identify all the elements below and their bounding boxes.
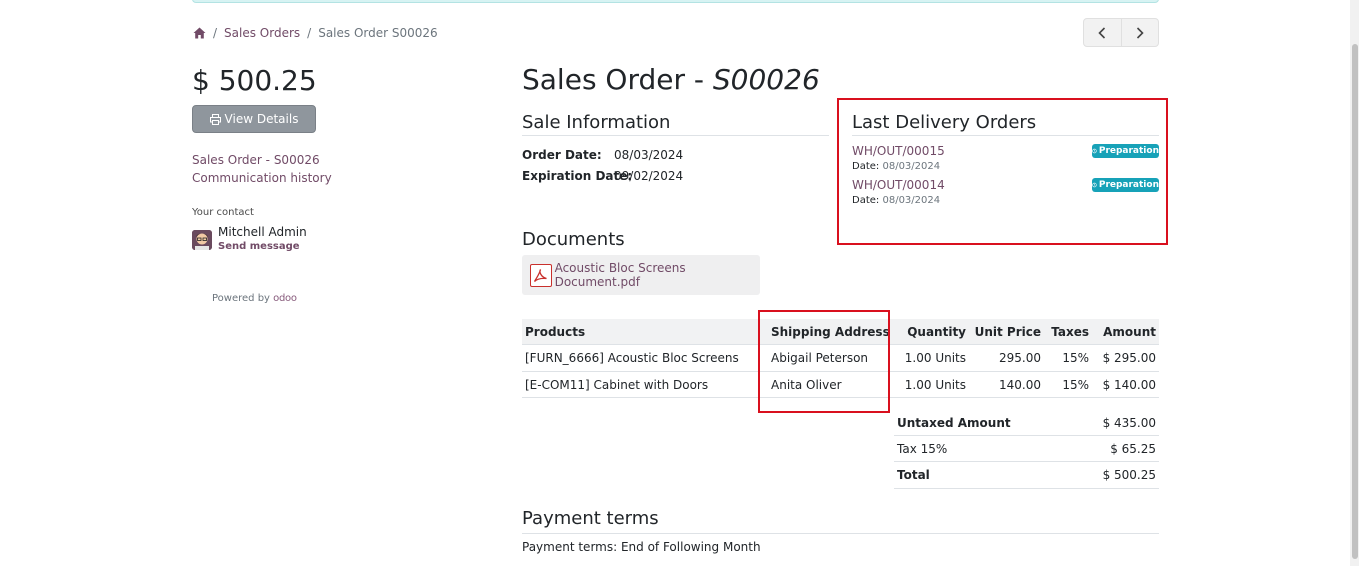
delivery-date-value: 08/03/2024 [882,195,941,206]
powered-by: Powered by odoo [212,293,297,304]
record-pager [1083,18,1159,47]
communication-history-link[interactable]: Communication history [192,171,332,185]
send-message-link[interactable]: Send message [218,241,300,252]
top-alert-banner [192,0,1159,3]
untaxed-amount-value: $ 435.00 [1102,416,1156,430]
cell-amount: $ 295.00 [1102,351,1156,365]
cell-quantity: 1.00 Units [904,378,966,392]
page-title-reference: S00026 [712,63,820,96]
scrollbar-thumb[interactable] [1352,44,1358,559]
totals-divider [894,435,1159,436]
clock-icon [1092,148,1097,154]
cell-taxes: 15% [1062,378,1089,392]
status-badge-label: Preparation [1098,180,1159,190]
untaxed-amount-label: Untaxed Amount [897,416,1011,430]
pager-next-button[interactable] [1120,19,1158,46]
order-total-amount: $ 500.25 [192,64,317,97]
column-quantity: Quantity [907,325,966,339]
home-icon[interactable] [193,27,206,39]
delivery-date-label: Date: [852,195,880,206]
column-products: Products [525,325,586,339]
last-delivery-orders-heading: Last Delivery Orders [852,112,1037,133]
payment-terms-heading: Payment terms [522,508,659,529]
printer-icon [209,113,221,125]
tax-label: Tax 15% [897,442,948,456]
cell-product: [E-COM11] Cabinet with Doors [525,378,709,392]
delivery-date: Date: 08/03/2024 [852,161,940,172]
breadcrumb: / Sales Orders / Sales Order S00026 [193,25,438,41]
payment-terms-text: Payment terms: End of Following Month [522,540,761,554]
order-date-value: 08/03/2024 [614,148,684,162]
column-taxes: Taxes [1051,325,1089,339]
section-divider [522,533,1159,534]
column-unit-price: Unit Price [974,325,1041,339]
breadcrumb-separator: / [307,26,312,40]
status-badge: Preparation [1092,178,1159,192]
page-title-prefix: Sales Order - [522,63,713,96]
breadcrumb-sales-orders-link[interactable]: Sales Orders [224,26,300,40]
chevron-left-icon [1098,26,1106,39]
view-details-label: View Details [224,112,299,126]
vertical-scrollbar[interactable] [1350,0,1359,566]
pdf-file-icon [530,263,552,287]
column-amount: Amount [1103,325,1156,339]
chevron-right-icon [1136,26,1144,39]
expiration-date-value: 09/02/2024 [614,169,684,183]
clock-icon [1092,182,1097,188]
status-badge: Preparation [1092,144,1159,158]
section-divider [522,135,829,136]
delivery-date-value: 08/03/2024 [882,161,941,172]
avatar [192,230,212,250]
sale-information-heading: Sale Information [522,112,671,133]
powered-by-label: Powered by [212,293,270,304]
section-divider [852,135,1159,136]
documents-heading: Documents [522,229,625,250]
breadcrumb-separator: / [213,26,218,40]
cell-unit-price: 140.00 [999,378,1041,392]
contact-name: Mitchell Admin [218,225,307,239]
pager-previous-button[interactable] [1084,19,1121,46]
status-badge-label: Preparation [1098,146,1159,156]
totals-divider [894,488,1159,489]
total-value: $ 500.25 [1102,468,1156,482]
delivery-order-link[interactable]: WH/OUT/00015 [852,144,945,158]
cell-unit-price: 295.00 [999,351,1041,365]
delivery-date: Date: 08/03/2024 [852,195,940,206]
document-name[interactable]: Acoustic Bloc Screens Document.pdf [555,261,760,289]
totals-divider [894,461,1159,462]
tax-value: $ 65.25 [1110,442,1156,456]
breadcrumb-current: Sales Order S00026 [318,26,438,40]
sales-order-link[interactable]: Sales Order - S00026 [192,153,320,167]
order-date-label: Order Date: [522,148,602,162]
cell-amount: $ 140.00 [1102,378,1156,392]
shipping-address-highlight [758,310,890,413]
cell-quantity: 1.00 Units [904,351,966,365]
page-title: Sales Order - S00026 [522,63,820,96]
delivery-date-label: Date: [852,161,880,172]
odoo-logo[interactable]: odoo [273,293,297,304]
cell-product: [FURN_6666] Acoustic Bloc Screens [525,351,739,365]
total-label: Total [897,468,930,482]
document-attachment[interactable]: Acoustic Bloc Screens Document.pdf [522,255,760,295]
delivery-order-link[interactable]: WH/OUT/00014 [852,178,945,192]
cell-taxes: 15% [1062,351,1089,365]
your-contact-label: Your contact [192,207,254,218]
view-details-button[interactable]: View Details [192,105,316,133]
